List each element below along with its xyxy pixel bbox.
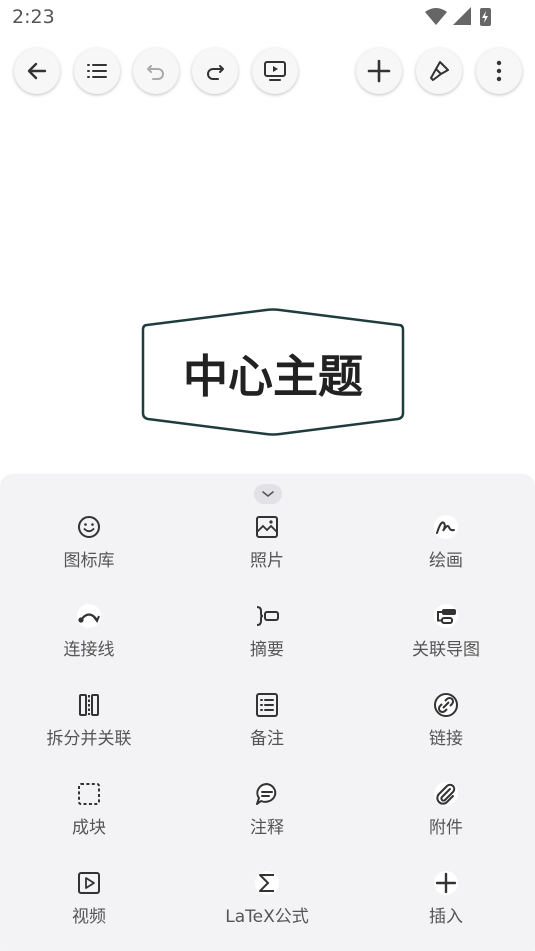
tool-split-link[interactable]: 拆分并关联	[14, 692, 164, 762]
central-topic-label: 中心主题	[182, 349, 363, 403]
tool-label: 连接线	[63, 640, 115, 660]
tool-label: 图标库	[63, 551, 115, 571]
back-arrow-icon	[27, 62, 47, 80]
chevron-down-icon	[262, 491, 274, 498]
note-icon	[256, 693, 278, 717]
summary-icon	[256, 606, 279, 626]
present-button[interactable]	[252, 48, 298, 94]
tool-linked-map[interactable]: 关联导图	[371, 603, 521, 673]
undo-icon	[147, 65, 164, 80]
tool-comment[interactable]: 注释	[192, 781, 342, 851]
tool-link[interactable]: 链接	[371, 692, 521, 762]
tool-label: 照片	[250, 551, 284, 571]
sigma-icon	[255, 871, 279, 895]
redo-icon	[207, 65, 224, 80]
tool-insert[interactable]: 插入	[371, 870, 521, 940]
brush-icon	[430, 61, 449, 81]
insert-plus-icon	[434, 871, 458, 895]
redo-button[interactable]	[192, 48, 238, 94]
photo-icon	[256, 516, 278, 538]
tool-label: 关联导图	[412, 640, 480, 660]
draw-icon	[434, 515, 458, 539]
tool-label: 插入	[429, 907, 463, 927]
central-topic[interactable]: 中心主题	[140, 307, 406, 437]
tool-label: 注释	[250, 818, 284, 838]
comment-icon	[256, 783, 277, 805]
add-button[interactable]	[356, 48, 402, 94]
tool-note[interactable]: 备注	[192, 692, 342, 762]
more-button[interactable]	[476, 48, 522, 94]
undo-button[interactable]	[133, 48, 179, 94]
status-icons	[425, 7, 491, 26]
tool-latex[interactable]: LaTeX公式	[192, 870, 342, 940]
tool-label: 备注	[250, 729, 284, 749]
tool-connection-line[interactable]: 连接线	[14, 603, 164, 673]
wifi-icon	[425, 8, 447, 25]
tool-attachment[interactable]: 附件	[371, 781, 521, 851]
collapse-panel-button[interactable]	[254, 484, 282, 504]
boundary-icon	[78, 783, 100, 805]
connection-line-icon	[77, 604, 101, 628]
smiley-icon	[78, 516, 100, 538]
tool-boundary[interactable]: 成块	[14, 781, 164, 851]
more-vertical-icon	[496, 60, 502, 82]
tool-photo[interactable]: 照片	[192, 514, 342, 584]
tool-summary[interactable]: 摘要	[192, 603, 342, 673]
back-button[interactable]	[14, 48, 60, 94]
outline-button[interactable]	[74, 48, 120, 94]
tool-label: 成块	[72, 818, 106, 838]
linked-map-icon	[434, 604, 458, 628]
format-button[interactable]	[416, 48, 462, 94]
tool-label: 链接	[429, 729, 463, 749]
tool-label: 视频	[72, 907, 106, 927]
video-icon	[78, 872, 100, 894]
tool-video[interactable]: 视频	[14, 870, 164, 940]
tool-label: 附件	[429, 818, 463, 838]
tool-icon-library[interactable]: 图标库	[14, 514, 164, 584]
plus-icon	[367, 59, 391, 83]
status-bar: 2:23	[0, 0, 535, 36]
list-icon	[87, 64, 107, 78]
status-time: 2:23	[12, 6, 55, 28]
present-icon	[264, 61, 286, 81]
tool-label: 绘画	[429, 551, 463, 571]
split-icon	[79, 694, 99, 716]
signal-icon	[453, 7, 471, 25]
tool-label: 摘要	[250, 640, 284, 660]
link-icon	[434, 693, 458, 717]
tool-label: LaTeX公式	[225, 907, 309, 927]
tool-label: 拆分并关联	[46, 729, 132, 749]
tool-draw[interactable]: 绘画	[371, 514, 521, 584]
attachment-icon	[434, 782, 458, 806]
